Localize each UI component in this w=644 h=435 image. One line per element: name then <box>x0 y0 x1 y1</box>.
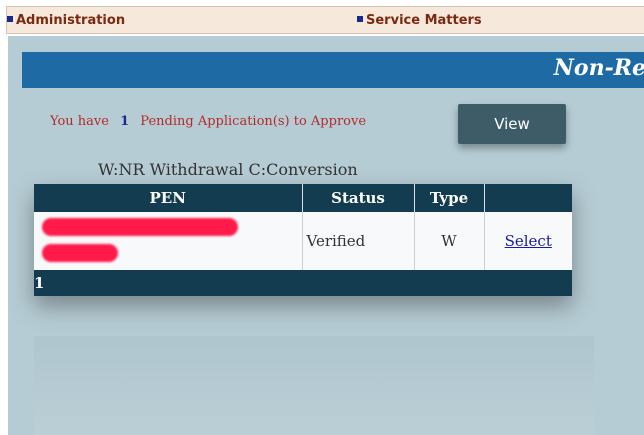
type-legend: W:NR Withdrawal C:Conversion <box>98 160 358 179</box>
background-shade <box>34 336 594 435</box>
header-action <box>484 184 572 212</box>
redacted-pen <box>38 212 302 270</box>
select-link[interactable]: Select <box>505 232 552 250</box>
cell-type: W <box>414 212 485 270</box>
redaction-mark <box>42 218 238 236</box>
menu-administration[interactable]: Administration <box>7 13 125 28</box>
cell-action: Select <box>484 212 572 270</box>
applications-table: PEN Status Type Verified W Select 1 <box>34 184 572 296</box>
menu-administration-label: Administration <box>16 13 126 28</box>
cell-status: Verified <box>302 212 415 270</box>
table-row: Verified W Select <box>34 212 572 270</box>
table-footer-row: 1 <box>34 270 572 296</box>
pager-page-1[interactable]: 1 <box>34 270 572 296</box>
cell-pen <box>34 212 303 270</box>
pending-notice: You have 1 Pending Application(s) to App… <box>50 114 366 129</box>
view-button[interactable]: View <box>458 104 566 144</box>
page-banner: Non-Re <box>22 52 644 88</box>
menu-service-matters[interactable]: Service Matters <box>357 13 482 28</box>
pending-prefix: You have <box>50 114 109 129</box>
redaction-mark <box>42 244 118 262</box>
applications-table-wrapper: PEN Status Type Verified W Select 1 <box>34 184 572 296</box>
bullet-icon <box>7 16 13 22</box>
header-type: Type <box>414 184 485 212</box>
table-header-row: PEN Status Type <box>34 184 572 212</box>
menu-service-matters-label: Service Matters <box>366 13 482 28</box>
page-title: Non-Re <box>553 55 644 81</box>
main-content: Non-Re You have 1 Pending Application(s)… <box>8 36 644 435</box>
pending-suffix: Pending Application(s) to Approve <box>140 114 367 129</box>
header-status: Status <box>302 184 415 212</box>
pending-count: 1 <box>120 114 130 129</box>
header-pen: PEN <box>34 184 303 212</box>
top-menu-bar: Administration Service Matters <box>6 6 644 34</box>
bullet-icon <box>357 16 363 22</box>
